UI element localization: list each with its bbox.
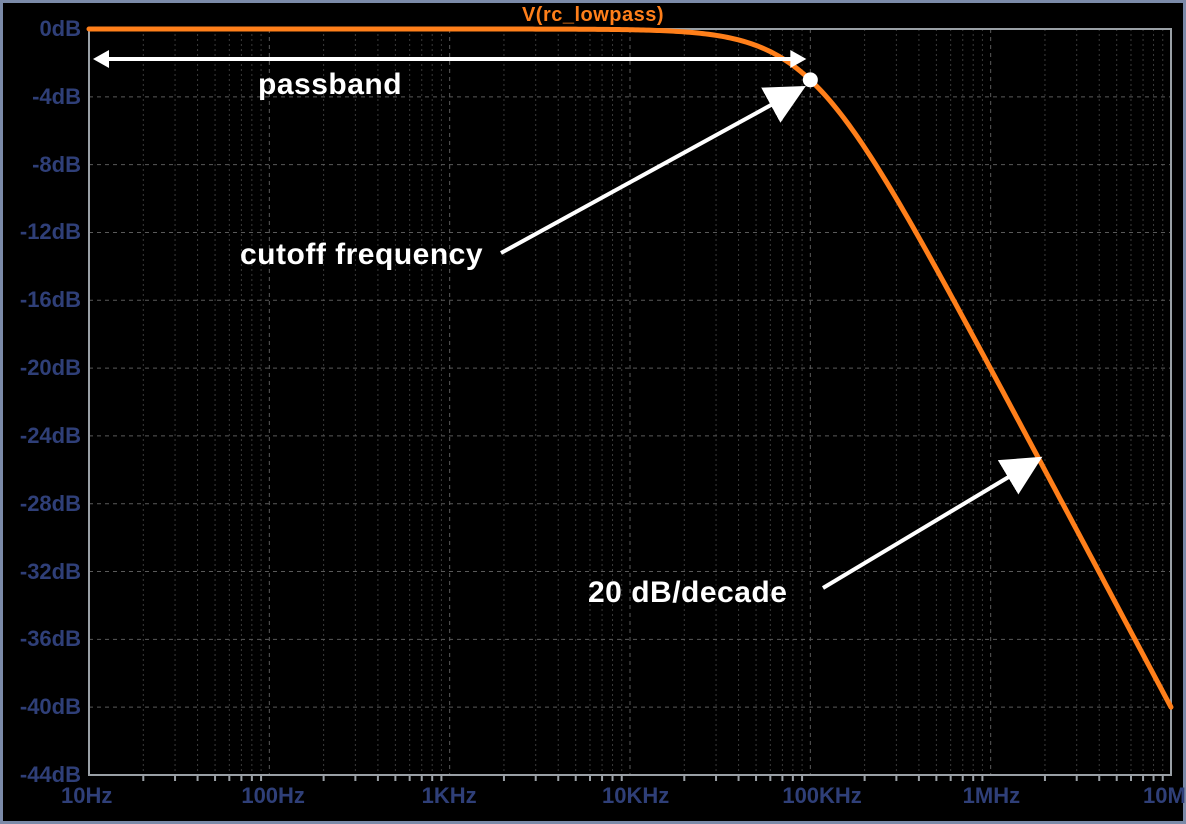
y-tick-label: -24dB	[11, 423, 81, 449]
y-tick-label: -36dB	[11, 626, 81, 652]
y-tick-label: -4dB	[11, 84, 81, 110]
x-tick-label: 100KHz	[782, 783, 861, 809]
y-tick-label: -12dB	[11, 219, 81, 245]
y-tick-label: -44dB	[11, 762, 81, 788]
y-tick-label: -8dB	[11, 152, 81, 178]
plot-window: V(rc_lowpass) passband cutoff frequency …	[0, 0, 1186, 824]
y-tick-label: -32dB	[11, 559, 81, 585]
y-tick-label: -16dB	[11, 287, 81, 313]
x-tick-label: 1MHz	[963, 783, 1020, 809]
y-tick-label: -28dB	[11, 491, 81, 517]
annotation-cutoff: cutoff frequency	[240, 238, 483, 272]
x-tick-label: 1KHz	[422, 783, 477, 809]
x-tick-label: 100Hz	[241, 783, 305, 809]
bode-plot	[3, 3, 1186, 824]
annotation-passband: passband	[258, 68, 402, 102]
x-tick-label: 10KHz	[602, 783, 669, 809]
y-tick-label: -40dB	[11, 694, 81, 720]
x-tick-label: 10MHz	[1143, 783, 1186, 809]
y-tick-label: 0dB	[11, 16, 81, 42]
annotation-rolloff: 20 dB/decade	[588, 576, 787, 610]
y-tick-label: -20dB	[11, 355, 81, 381]
